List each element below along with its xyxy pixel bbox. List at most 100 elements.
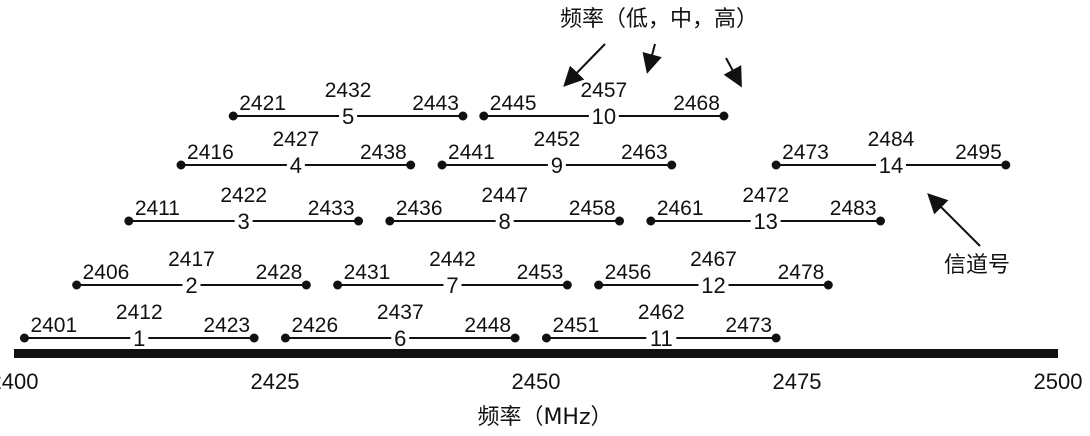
channel-center-freq: 2422 xyxy=(220,184,267,207)
axis-tick-label: 2400 xyxy=(0,369,38,394)
channel-center-freq: 2447 xyxy=(481,184,528,207)
channel-high-dot xyxy=(823,280,833,290)
frequency-axis-bar xyxy=(14,349,1058,358)
wifi-channel-diagram: 频率（低，中，高） 信道号 24002425245024752500 频率（MH… xyxy=(0,7,1082,430)
channel-3: 3 2411 2422 2433 xyxy=(124,184,364,234)
channel-low-dot xyxy=(228,111,238,121)
channel-7: 7 2431 2442 2453 xyxy=(333,248,572,298)
channel-high-dot xyxy=(249,333,259,343)
channel-10: 10 2445 2457 2468 xyxy=(479,79,729,129)
axis-ticks: 2400 2425 2450 2475 2500 xyxy=(0,369,1082,394)
channel-low-freq: 2401 xyxy=(30,314,77,337)
channel-high-freq: 2483 xyxy=(830,197,877,220)
channel-9: 9 2441 2452 2463 xyxy=(437,128,677,178)
channel-high-freq: 2473 xyxy=(725,314,772,337)
channel-high-freq: 2443 xyxy=(412,92,459,115)
channel-high-freq: 2478 xyxy=(778,261,825,284)
channel-low-freq: 2445 xyxy=(490,92,537,115)
channel-center-freq: 2412 xyxy=(116,301,163,324)
channel-low-freq: 2411 xyxy=(135,197,180,220)
channel-center-freq: 2432 xyxy=(325,79,372,102)
channel-center-freq: 2452 xyxy=(534,128,581,151)
channel-high-dot xyxy=(1001,160,1011,170)
channel-high-freq: 2458 xyxy=(569,197,616,220)
channel-low-dot xyxy=(385,216,395,226)
channel-high-dot xyxy=(354,216,364,226)
channel-low-freq: 2473 xyxy=(782,141,829,164)
channel-center-freq: 2437 xyxy=(377,301,424,324)
channel-number: 2 xyxy=(185,273,197,298)
channel-low-dot xyxy=(124,216,134,226)
channel-number: 10 xyxy=(592,104,616,129)
channel-high-dot xyxy=(406,160,416,170)
channel-low-freq: 2441 xyxy=(448,141,495,164)
channel-high-freq: 2423 xyxy=(203,314,250,337)
channel-low-dot xyxy=(280,333,290,343)
arrow-low-icon xyxy=(563,43,606,87)
channel-11: 11 2451 2462 2473 xyxy=(541,301,781,351)
axis-tick-label: 2450 xyxy=(512,369,561,394)
channel-high-dot xyxy=(876,216,886,226)
channel-low-dot xyxy=(771,160,781,170)
channel-high-dot xyxy=(719,111,729,121)
channel-6: 6 2426 2437 2448 xyxy=(280,301,520,351)
channel-center-freq: 2427 xyxy=(273,128,320,151)
channel-number: 11 xyxy=(650,326,673,351)
channel-number: 14 xyxy=(879,153,903,178)
arrow-high-icon xyxy=(723,57,742,88)
channel-center-freq: 2472 xyxy=(742,184,789,207)
channel-number: 3 xyxy=(238,209,250,234)
channel-number: 6 xyxy=(394,326,406,351)
channel-high-freq: 2448 xyxy=(464,314,511,337)
channels: 1 2401 2412 2423 2 2406 2417 2428 3 2411 2422 2433 4… xyxy=(19,79,1011,351)
channel-high-dot xyxy=(562,280,572,290)
channel-low-freq: 2406 xyxy=(83,261,130,284)
channel-8: 8 2436 2447 2458 xyxy=(385,184,625,234)
channel-low-dot xyxy=(479,111,489,121)
axis-tick-label: 2425 xyxy=(251,369,300,394)
channel-low-dot xyxy=(437,160,447,170)
channel-14: 14 2473 2484 2495 xyxy=(771,128,1011,178)
channel-number: 12 xyxy=(701,273,725,298)
channel-low-freq: 2426 xyxy=(291,314,338,337)
arrow-channel-icon xyxy=(927,193,981,247)
channel-low-freq: 2431 xyxy=(344,261,391,284)
channel-number: 13 xyxy=(753,209,777,234)
channel-1: 1 2401 2412 2423 xyxy=(19,301,259,351)
channel-4: 4 2416 2427 2438 xyxy=(176,128,416,178)
channel-high-freq: 2495 xyxy=(955,141,1002,164)
channel-low-dot xyxy=(333,280,343,290)
channel-high-dot xyxy=(615,216,625,226)
channel-high-freq: 2453 xyxy=(517,261,564,284)
channel-low-freq: 2456 xyxy=(605,261,652,284)
channel-number: 5 xyxy=(342,104,354,129)
channel-center-freq: 2467 xyxy=(690,248,737,271)
channel-low-dot xyxy=(646,216,656,226)
channel-center-freq: 2484 xyxy=(868,128,915,151)
channel-high-freq: 2463 xyxy=(621,141,668,164)
channel-number: 4 xyxy=(290,153,302,178)
axis-tick-label: 2500 xyxy=(1034,369,1083,394)
channel-high-dot xyxy=(301,280,311,290)
arrow-mid-icon xyxy=(642,43,662,74)
channel-center-freq: 2417 xyxy=(168,248,215,271)
channel-high-freq: 2468 xyxy=(673,92,720,115)
channel-low-dot xyxy=(541,333,551,343)
channel-low-dot xyxy=(72,280,82,290)
channel-number: 1 xyxy=(133,326,145,351)
channel-low-freq: 2421 xyxy=(239,92,286,115)
channel-low-freq: 2416 xyxy=(187,141,234,164)
channel-low-freq: 2436 xyxy=(396,197,443,220)
channel-5: 5 2421 2432 2443 xyxy=(228,79,468,129)
channel-center-freq: 2442 xyxy=(429,248,476,271)
channel-low-freq: 2451 xyxy=(552,314,599,337)
frequency-low-mid-high-label: 频率（低，中，高） xyxy=(560,7,758,32)
channel-center-freq: 2457 xyxy=(581,79,628,102)
channel-low-dot xyxy=(176,160,186,170)
channel-high-freq: 2438 xyxy=(360,141,407,164)
channel-low-dot xyxy=(594,280,604,290)
channel-number: 9 xyxy=(551,153,563,178)
channel-number-label: 信道号 xyxy=(944,253,1010,278)
channel-12: 12 2456 2467 2478 xyxy=(594,248,833,298)
channel-2: 2 2406 2417 2428 xyxy=(72,248,311,298)
